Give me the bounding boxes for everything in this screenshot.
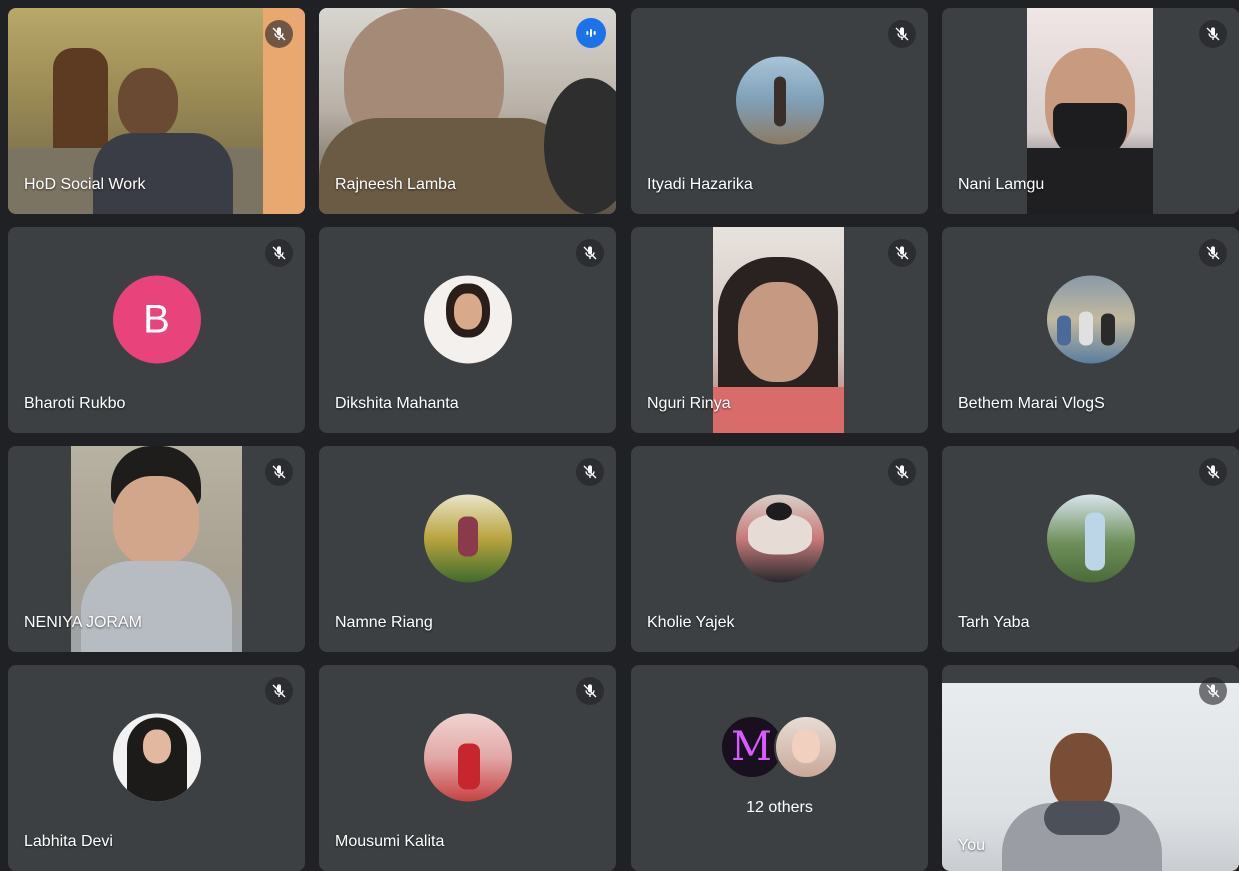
person-figure bbox=[1084, 512, 1105, 571]
profile-photo bbox=[112, 713, 201, 802]
participant-tile[interactable]: Kholie Yajek bbox=[631, 446, 928, 652]
audio-wave-icon bbox=[576, 18, 606, 48]
food-shape bbox=[765, 502, 792, 521]
mic-off-icon bbox=[576, 458, 604, 486]
participant-name: Mousumi Kalita bbox=[335, 833, 445, 850]
mic-off-icon bbox=[265, 20, 293, 48]
mic-off-icon bbox=[888, 239, 916, 267]
mic-off-icon bbox=[1199, 458, 1227, 486]
participant-name: Dikshita Mahanta bbox=[335, 395, 459, 412]
participant-name: Nani Lamgu bbox=[958, 176, 1045, 193]
mic-off-icon bbox=[265, 239, 293, 267]
video-feed bbox=[942, 683, 1239, 871]
participant-name: Nguri Rinya bbox=[647, 395, 731, 412]
person-figure bbox=[773, 76, 786, 127]
profile-photo bbox=[1046, 494, 1135, 583]
person-figure bbox=[1100, 313, 1115, 346]
participant-name: HoD Social Work bbox=[24, 176, 146, 193]
face-shape bbox=[738, 282, 818, 382]
person-head bbox=[1050, 733, 1112, 811]
person-body bbox=[713, 387, 844, 433]
others-count: 12 others bbox=[746, 799, 813, 816]
participant-tile[interactable]: Tarh Yaba bbox=[942, 446, 1239, 652]
others-avatar-2 bbox=[773, 715, 838, 779]
face-shape bbox=[791, 729, 820, 763]
profile-photo bbox=[423, 494, 512, 583]
food-shape bbox=[747, 514, 812, 555]
person-figure bbox=[457, 743, 480, 790]
mic-off-icon bbox=[576, 677, 604, 705]
participant-name: Bethem Marai VlogS bbox=[958, 395, 1105, 412]
mic-off-icon bbox=[576, 239, 604, 267]
participant-tile[interactable]: Dikshita Mahanta bbox=[319, 227, 616, 433]
participant-name: Tarh Yaba bbox=[958, 614, 1030, 631]
participant-name: Labhita Devi bbox=[24, 833, 113, 850]
person-body bbox=[81, 561, 232, 652]
door-shape bbox=[53, 48, 108, 158]
video-feed bbox=[1027, 8, 1153, 214]
profile-photo bbox=[423, 275, 512, 364]
scarf-shape bbox=[1044, 801, 1120, 835]
mic-off-icon bbox=[1199, 239, 1227, 267]
profile-photo bbox=[735, 494, 824, 583]
participant-tile[interactable]: Nani Lamgu bbox=[942, 8, 1239, 214]
video-feed bbox=[713, 227, 844, 433]
face-shape bbox=[453, 293, 482, 330]
participant-tile[interactable]: NENIYA JORAM bbox=[8, 446, 305, 652]
person-body bbox=[93, 133, 233, 214]
mic-off-icon bbox=[888, 20, 916, 48]
person-figure bbox=[1078, 311, 1093, 346]
mic-off-icon bbox=[888, 458, 916, 486]
participant-tile[interactable]: Namne Riang bbox=[319, 446, 616, 652]
participant-name: Ityadi Hazarika bbox=[647, 176, 753, 193]
person-figure bbox=[1056, 315, 1071, 346]
others-tile[interactable]: M 12 others bbox=[631, 665, 928, 871]
participant-tile[interactable]: Bethem Marai VlogS bbox=[942, 227, 1239, 433]
participant-tile-speaking[interactable]: Rajneesh Lamba bbox=[319, 8, 616, 214]
participant-name: Kholie Yajek bbox=[647, 614, 735, 631]
mic-off-icon bbox=[1199, 677, 1227, 705]
self-tile[interactable]: You bbox=[942, 665, 1239, 871]
participant-tile[interactable]: B Bharoti Rukbo bbox=[8, 227, 305, 433]
profile-photo bbox=[423, 713, 512, 802]
mic-off-icon bbox=[265, 458, 293, 486]
person-body bbox=[1027, 148, 1153, 214]
participant-tile[interactable]: Mousumi Kalita bbox=[319, 665, 616, 871]
participant-name: Rajneesh Lamba bbox=[335, 176, 456, 193]
others-avatars: M bbox=[719, 715, 840, 779]
face-shape bbox=[113, 476, 199, 566]
person-body bbox=[319, 118, 579, 214]
person-head bbox=[118, 68, 178, 138]
participant-tile[interactable]: Nguri Rinya bbox=[631, 227, 928, 433]
face-shape bbox=[142, 729, 171, 764]
profile-photo bbox=[1046, 275, 1135, 364]
mic-off-icon bbox=[265, 677, 293, 705]
letter-avatar: B bbox=[112, 275, 201, 364]
mic-off-icon bbox=[1199, 20, 1227, 48]
participant-tile[interactable]: Labhita Devi bbox=[8, 665, 305, 871]
profile-photo bbox=[735, 56, 824, 145]
participant-name: Bharoti Rukbo bbox=[24, 395, 126, 412]
participant-tile[interactable]: Ityadi Hazarika bbox=[631, 8, 928, 214]
participant-tile[interactable]: HoD Social Work bbox=[8, 8, 305, 214]
participant-name-self: You bbox=[958, 837, 985, 854]
participant-name: Namne Riang bbox=[335, 614, 433, 631]
participant-name: NENIYA JORAM bbox=[24, 614, 142, 631]
participant-grid: HoD Social Work Rajneesh Lamba Ityadi Ha… bbox=[0, 0, 1239, 871]
person-figure bbox=[457, 516, 478, 557]
